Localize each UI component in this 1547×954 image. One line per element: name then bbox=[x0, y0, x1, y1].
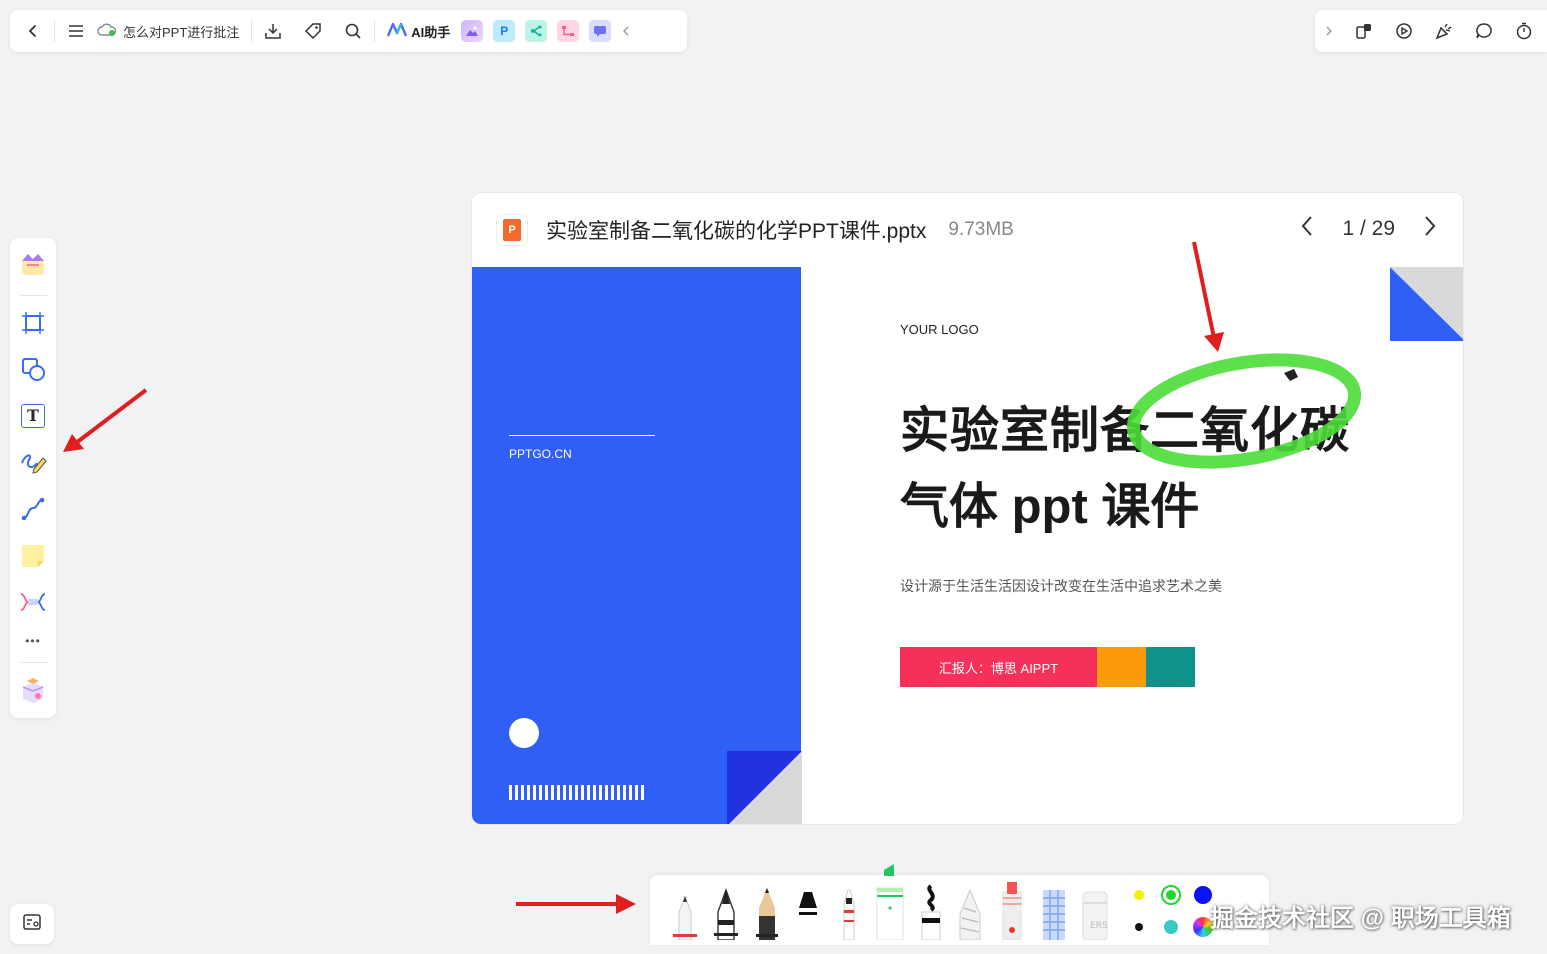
right-toolbar bbox=[1315, 10, 1547, 52]
file-size: 9.73MB bbox=[948, 219, 1014, 240]
slide-fold-corner-bottom bbox=[727, 751, 802, 824]
frame-icon[interactable] bbox=[15, 304, 51, 343]
cloud-sync-icon bbox=[97, 23, 117, 40]
template-icon[interactable] bbox=[15, 246, 51, 285]
slide-white-dot bbox=[509, 718, 539, 748]
widget-box-icon[interactable] bbox=[15, 671, 51, 710]
shape-icon[interactable] bbox=[15, 350, 51, 389]
search-icon[interactable] bbox=[338, 16, 368, 46]
color-teal[interactable] bbox=[1161, 917, 1181, 937]
download-icon[interactable] bbox=[258, 16, 288, 46]
slide-site-text: PPTGO.CN bbox=[509, 447, 572, 461]
brush-pen-icon[interactable] bbox=[918, 884, 944, 945]
slide-blue-panel: PPTGO.CN bbox=[472, 267, 801, 824]
pattern-pen-icon[interactable] bbox=[1040, 886, 1068, 945]
collapse-left-icon[interactable] bbox=[616, 16, 636, 46]
slide-logo-text: YOUR LOGO bbox=[900, 322, 979, 337]
mindmap-icon[interactable] bbox=[15, 583, 51, 622]
prev-page-icon[interactable] bbox=[1300, 215, 1314, 243]
slide-pager: 1 / 29 bbox=[1300, 215, 1437, 243]
text-tool-glyph: T bbox=[21, 403, 45, 428]
chat-app-icon[interactable] bbox=[589, 20, 612, 42]
file-name: 实验室制备二氧化碳的化学PPT课件.pptx bbox=[546, 220, 927, 243]
watermark: 掘金技术社区 @ 职场工具箱 bbox=[1210, 905, 1511, 932]
next-page-icon[interactable] bbox=[1423, 215, 1437, 243]
doc-title-area[interactable]: 怎么对PPT进行批注 bbox=[91, 22, 245, 41]
celebrate-icon[interactable] bbox=[1429, 16, 1459, 46]
page-indicator: 1 / 29 bbox=[1342, 217, 1395, 240]
slide-orange-block bbox=[1097, 647, 1146, 687]
slide-subtitle: 设计源于生活生活因设计改变在生活中追求艺术之美 bbox=[900, 578, 1222, 594]
highlighter-icon[interactable] bbox=[874, 856, 906, 945]
doc-title: 怎么对PPT进行批注 bbox=[123, 24, 240, 40]
tag-icon[interactable] bbox=[298, 16, 328, 46]
slide-fold-corner-top bbox=[1390, 267, 1463, 341]
divider bbox=[19, 662, 47, 664]
present-icon[interactable] bbox=[1389, 16, 1419, 46]
crayon-icon[interactable] bbox=[956, 886, 984, 945]
more-icon[interactable]: ••• bbox=[15, 629, 51, 652]
pencil-icon[interactable] bbox=[754, 886, 780, 945]
comment-icon[interactable] bbox=[1469, 16, 1499, 46]
svg-text:ERS: ERS bbox=[1090, 921, 1108, 931]
main-toolbar: 怎么对PPT进行批注 AI助手 P bbox=[10, 10, 687, 52]
minimap-icon bbox=[22, 913, 42, 936]
ai-assistant-label: AI助手 bbox=[411, 24, 451, 40]
menu-icon[interactable] bbox=[61, 16, 91, 46]
eraser-icon[interactable]: ERS bbox=[1080, 888, 1110, 945]
document-card[interactable]: P 实验室制备二氧化碳的化学PPT课件.pptx 9.73MB 1 / 29 P… bbox=[471, 192, 1464, 825]
minimap-button[interactable] bbox=[10, 904, 54, 944]
color-green[interactable] bbox=[1161, 885, 1181, 905]
highlighter-annotation[interactable] bbox=[1122, 353, 1372, 477]
pen-icon[interactable] bbox=[15, 443, 51, 482]
text-icon[interactable]: T bbox=[15, 397, 51, 436]
divider bbox=[19, 294, 47, 296]
slide-barcode bbox=[509, 785, 644, 800]
divider bbox=[251, 20, 253, 42]
divider bbox=[374, 20, 376, 42]
connector-icon[interactable] bbox=[15, 490, 51, 529]
pen-toolbar: ERS bbox=[650, 864, 1269, 945]
expand-right-icon[interactable] bbox=[1319, 16, 1339, 46]
more-glyph: ••• bbox=[25, 633, 41, 648]
highlighter-cursor-icon bbox=[1284, 369, 1298, 381]
flow-app-icon[interactable] bbox=[557, 20, 580, 42]
slide-teal-block bbox=[1146, 647, 1195, 687]
mindmap-app-icon[interactable] bbox=[525, 20, 548, 42]
slide-title-line2: 气体 ppt 课件 bbox=[900, 480, 1200, 534]
p-app-icon[interactable]: P bbox=[493, 20, 516, 42]
fountain-pen-icon[interactable] bbox=[712, 886, 740, 945]
arrow-to-pen-tool bbox=[63, 388, 148, 452]
back-icon[interactable] bbox=[18, 16, 48, 46]
slide-reporter-bar: 汇报人：博思 AIPPT bbox=[900, 647, 1195, 687]
slide-reporter-label: 汇报人：博思 AIPPT bbox=[900, 647, 1097, 687]
red-marker-icon[interactable] bbox=[998, 880, 1026, 945]
timer-icon[interactable] bbox=[1509, 16, 1539, 46]
image-app-icon[interactable] bbox=[461, 20, 484, 42]
slide-preview[interactable]: PPTGO.CN YOUR LOGO 实验室制备二氧化碳 气体 ppt 课件 设… bbox=[472, 267, 1463, 824]
pptx-file-icon: P bbox=[496, 214, 528, 246]
color-yellow[interactable] bbox=[1129, 885, 1149, 905]
color-black[interactable] bbox=[1129, 917, 1149, 937]
ai-assistant-button[interactable]: AI助手 bbox=[381, 22, 456, 41]
divider bbox=[54, 20, 55, 42]
card-header: P 实验室制备二氧化碳的化学PPT课件.pptx 9.73MB 1 / 29 bbox=[472, 193, 1463, 267]
ai-logo-icon bbox=[387, 22, 408, 40]
left-toolbar: T ••• bbox=[10, 238, 56, 718]
marker-icon[interactable] bbox=[794, 886, 822, 945]
fineliner-icon[interactable] bbox=[838, 884, 860, 945]
arrow-to-pen-toolbar bbox=[516, 894, 636, 914]
share-icon[interactable] bbox=[1349, 16, 1379, 46]
ballpoint-pen-icon[interactable] bbox=[672, 890, 698, 945]
slide-divider-line bbox=[509, 435, 655, 436]
sticky-note-icon[interactable] bbox=[15, 536, 51, 575]
